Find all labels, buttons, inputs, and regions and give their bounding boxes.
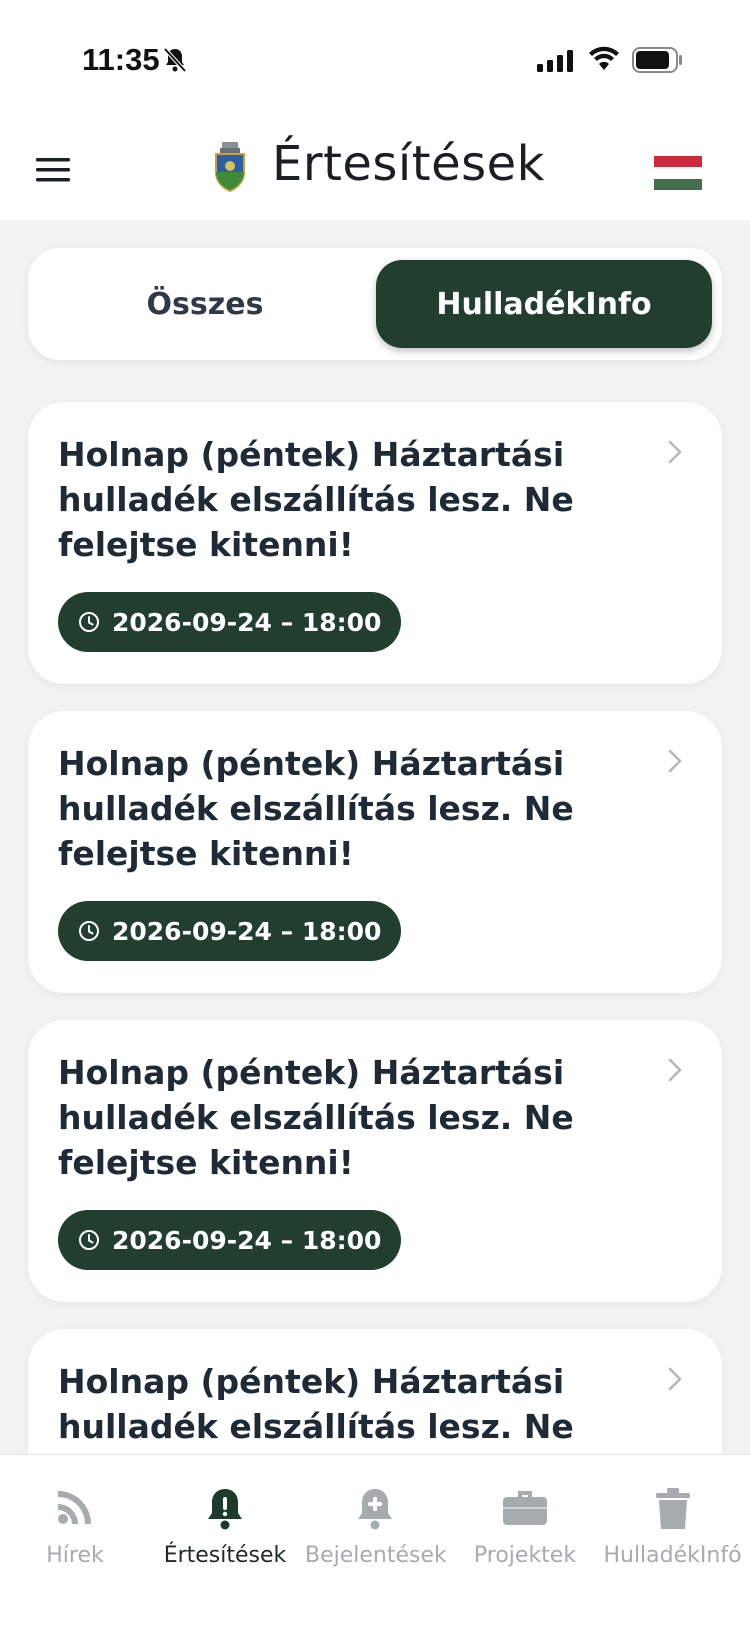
datetime-chip: 2026-09-24 – 18:00	[58, 1210, 402, 1270]
bell-plus-icon	[355, 1487, 395, 1535]
wifi-icon	[588, 46, 620, 76]
tab-all[interactable]: Összes	[40, 260, 370, 348]
nav-label: Bejelentések	[305, 1543, 447, 1568]
nav-label: Projektek	[473, 1543, 577, 1568]
nav-item-ertesitesek[interactable]: Értesítések	[160, 1455, 290, 1633]
nav-label: Értesítések	[163, 1543, 287, 1568]
notification-title: Holnap (péntek) Háztartási hulladék elsz…	[58, 744, 574, 873]
notification-datetime: 2026-09-24 – 18:00	[112, 1225, 382, 1255]
notification-card[interactable]: Holnap (péntek) Háztartási hulladék elsz…	[28, 711, 722, 993]
hungarian-flag-icon[interactable]	[654, 156, 702, 190]
status-time: 11:35	[82, 42, 160, 77]
nav-item-hirek[interactable]: Hírek	[20, 1455, 130, 1633]
chevron-right-icon	[668, 1058, 682, 1086]
notification-datetime: 2026-09-24 – 18:00	[112, 916, 382, 946]
notification-datetime: 2026-09-24 – 18:00	[112, 607, 382, 637]
tab-hulladekinfo[interactable]: HulladékInfo	[376, 260, 712, 348]
trash-icon	[655, 1487, 691, 1535]
nav-item-bejelentesek[interactable]: Bejelentések	[305, 1455, 447, 1633]
battery-icon	[632, 47, 684, 77]
nav-item-projektek[interactable]: Projektek	[470, 1455, 580, 1633]
briefcase-icon	[502, 1487, 548, 1531]
page-title: Értesítések	[272, 136, 545, 192]
chevron-right-icon	[668, 749, 682, 777]
datetime-chip: 2026-09-24 – 18:00	[58, 901, 402, 961]
filter-segmented-control: Összes HulladékInfo	[28, 248, 722, 360]
notification-title: Holnap (péntek) Háztartási hulladék elsz…	[58, 435, 574, 564]
datetime-chip: 2026-09-24 – 18:00	[58, 592, 402, 652]
municipal-crest-logo	[213, 142, 247, 196]
bell-off-icon	[163, 47, 187, 77]
clock-icon	[79, 612, 99, 632]
alert-bell-icon	[205, 1487, 245, 1535]
clock-icon	[79, 921, 99, 941]
notification-title: Holnap (péntek) Háztartási hulladék elsz…	[58, 1362, 574, 1446]
bottom-navigation: Hírek Értesítések Bejelentések Projektek…	[0, 1454, 750, 1633]
notification-title: Holnap (péntek) Háztartási hulladék elsz…	[58, 1053, 574, 1182]
hamburger-menu-icon[interactable]	[36, 158, 70, 186]
chevron-right-icon	[668, 1367, 682, 1395]
nav-label: HulladékInfó	[603, 1543, 742, 1568]
app-header: Értesítések	[0, 120, 750, 220]
status-bar: 11:35	[0, 0, 750, 120]
nav-item-hulladekinfo[interactable]: HulladékInfó	[600, 1455, 745, 1633]
chevron-right-icon	[668, 440, 682, 468]
cellular-signal-icon	[537, 50, 575, 76]
notification-card[interactable]: Holnap (péntek) Háztartási hulladék elsz…	[28, 1020, 722, 1302]
clock-icon	[79, 1230, 99, 1250]
rss-icon	[55, 1487, 95, 1531]
notification-card[interactable]: Holnap (péntek) Háztartási hulladék elsz…	[28, 402, 722, 684]
nav-label: Hírek	[46, 1543, 104, 1568]
